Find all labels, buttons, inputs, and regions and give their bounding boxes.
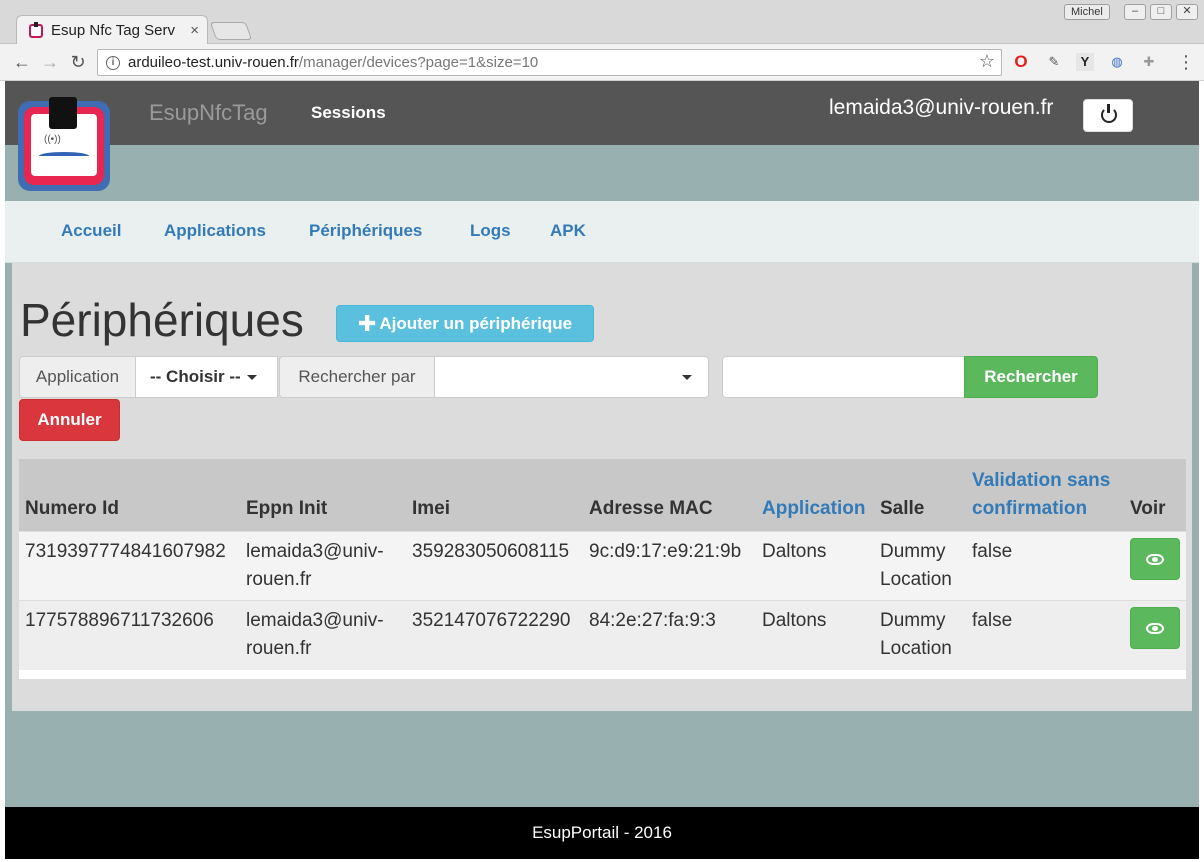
nfc-tag-icon [49,97,77,129]
column-application-sort[interactable]: Application [756,459,874,532]
url-path: /manager/devices?page=1&size=10 [298,54,539,71]
user-email: lemaida3@univ-rouen.fr [829,96,1054,119]
cell-voir [1124,600,1186,670]
application-select-value: -- Choisir -- [150,367,241,386]
browser-toolbar: ← → ↻ i arduileo-test.univ-rouen.fr/mana… [0,44,1204,81]
table-header-row: Numero Id Eppn Init Imei Adresse MAC App… [19,459,1186,532]
cell-validation: false [966,600,1124,670]
cell-application: Daltons [756,600,874,670]
view-device-button[interactable] [1130,538,1180,580]
browser-titlebar: Esup Nfc Tag Serv × Michel – □ ✕ [0,0,1204,45]
cell-salle: Dummy Location [874,600,966,670]
address-bar[interactable]: i arduileo-test.univ-rouen.fr/manager/de… [97,49,1002,76]
forward-icon[interactable]: → [38,50,62,74]
column-salle: Salle [880,498,925,519]
globe-extension-icon[interactable]: ◍ [1108,53,1126,71]
view-device-button[interactable] [1130,607,1180,649]
app-topbar: EsupNfcTag Sessions lemaida3@univ-rouen.… [5,81,1199,145]
column-eppn-init: Eppn Init [246,498,328,519]
cell-numero-id: 177578896711732606 [19,600,240,670]
column-adresse-mac: Adresse MAC [589,498,713,519]
browser-tab[interactable]: Esup Nfc Tag Serv × [16,15,208,45]
nfc-waves-icon: ((•)) [44,134,61,145]
nav-apk[interactable]: APK [550,221,586,241]
tab-title: Esup Nfc Tag Serv [51,22,175,39]
nav-peripheriques[interactable]: Périphériques [309,221,422,241]
sessions-link[interactable]: Sessions [311,103,386,123]
url-host: arduileo-test.univ-rouen.fr [128,54,299,71]
page-title: Périphériques [20,294,304,346]
cancel-button[interactable]: Annuler [19,399,120,441]
nav-accueil[interactable]: Accueil [61,221,121,241]
browser-menu-icon[interactable]: ⋮ [1177,52,1195,72]
devices-table: Numero Id Eppn Init Imei Adresse MAC App… [19,459,1186,679]
brand-link[interactable]: EsupNfcTag [149,100,268,126]
application-filter-label: Application [19,356,136,398]
search-by-select[interactable] [434,356,709,398]
nav-logs[interactable]: Logs [470,221,511,241]
power-icon [1101,104,1117,123]
maximize-button[interactable]: □ [1150,4,1172,20]
puzzle-extension-icon[interactable]: ✚ [1140,53,1158,71]
opera-extension-icon[interactable]: O [1012,53,1030,71]
footer: EsupPortail - 2016 [5,807,1199,859]
chevron-down-icon [682,374,692,380]
cell-validation: false [966,531,1124,601]
minimize-button[interactable]: – [1124,4,1146,20]
add-device-button[interactable]: ✚ Ajouter un périphérique [336,305,594,342]
y-extension-icon[interactable]: Y [1076,53,1094,71]
column-voir: Voir [1130,498,1166,519]
sub-navigation: Accueil Applications Périphériques Logs … [5,201,1199,263]
cell-numero-id: 7319397774841607982 [19,531,240,601]
eye-icon [1146,622,1164,634]
cell-salle: Dummy Location [874,531,966,601]
favicon-icon [29,21,43,38]
close-window-button[interactable]: ✕ [1176,4,1198,20]
cell-voir [1124,531,1186,601]
column-numero-id: Numero Id [25,498,119,519]
column-imei: Imei [412,498,451,519]
logout-button[interactable] [1083,99,1133,132]
cell-adresse-mac: 84:2e:27:fa:9:3 [583,600,756,670]
column-validation-sort[interactable]: Validation sans confirmation [966,459,1124,532]
main-content: Périphériques ✚ Ajouter un périphérique … [12,263,1192,711]
nav-applications[interactable]: Applications [164,221,266,241]
cell-imei: 359283050608115 [406,531,583,601]
cell-adresse-mac: 9c:d9:17:e9:21:9b [583,531,756,601]
application-select[interactable]: -- Choisir -- [135,356,278,398]
search-button[interactable]: Rechercher [964,356,1098,398]
app-logo[interactable]: ((•)) [18,97,110,191]
table-row: 177578896711732606 lemaida3@univ-rouen.f… [19,600,1186,670]
eye-icon [1146,553,1164,565]
cell-eppn-init: lemaida3@univ-rouen.fr [240,600,406,670]
back-icon[interactable]: ← [10,50,34,74]
plus-icon: ✚ [357,310,377,336]
add-device-label: Ajouter un périphérique [379,313,573,333]
footer-text: EsupPortail - 2016 [532,823,672,842]
cell-eppn-init: lemaida3@univ-rouen.fr [240,531,406,601]
web-page: EsupNfcTag Sessions lemaida3@univ-rouen.… [5,81,1199,859]
new-tab-button[interactable] [209,22,253,40]
table-row: 7319397774841607982 lemaida3@univ-rouen.… [19,531,1186,601]
bookmark-star-icon[interactable]: ☆ [979,51,995,72]
tab-close-icon[interactable]: × [190,22,199,39]
eyedropper-extension-icon[interactable]: ✎ [1045,53,1063,71]
reload-icon[interactable]: ↻ [66,50,90,74]
search-by-label: Rechercher par [279,356,435,398]
profile-badge[interactable]: Michel [1064,4,1110,20]
cell-application: Daltons [756,531,874,601]
search-input[interactable] [722,356,965,398]
chevron-down-icon [246,374,257,380]
info-icon[interactable]: i [106,55,120,70]
cell-imei: 352147076722290 [406,600,583,670]
